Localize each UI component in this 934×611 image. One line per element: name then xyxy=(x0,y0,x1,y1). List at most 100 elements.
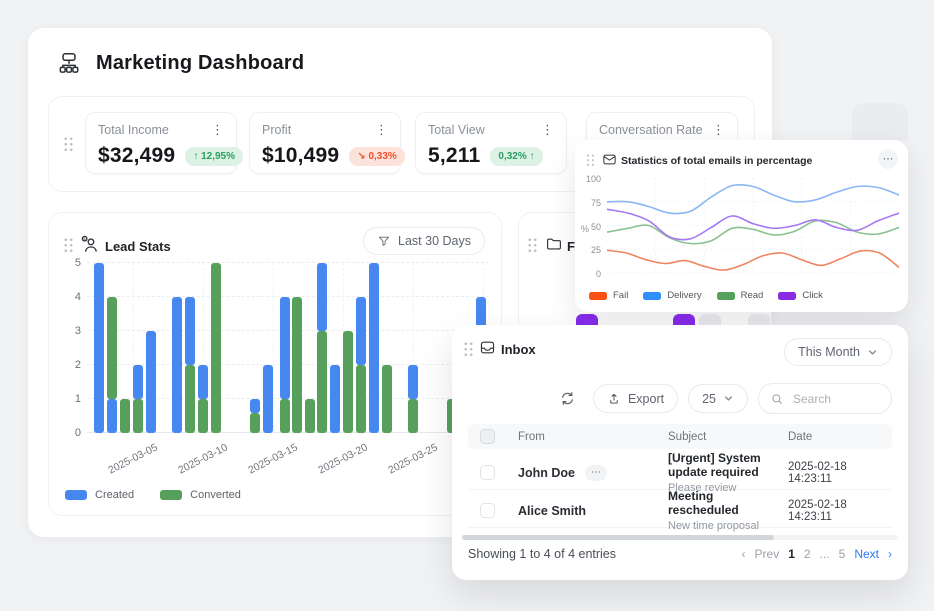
lead-bar-segment xyxy=(94,263,104,433)
stat-value: $32,499 xyxy=(98,144,175,168)
column-from: From xyxy=(512,431,662,443)
pagination: ‹ Prev 12... 5 Next › xyxy=(742,547,892,561)
lead-stats-plot xyxy=(87,263,489,433)
drag-handle[interactable] xyxy=(63,237,74,253)
page-size-value: 25 xyxy=(702,392,716,406)
trend-badge: ↑ 12,95% xyxy=(185,147,243,166)
pagination-item[interactable]: › xyxy=(888,547,892,561)
folder-icon xyxy=(545,235,563,253)
lead-bar-segment xyxy=(198,365,208,399)
lead-bar-segment xyxy=(133,399,143,433)
column-date: Date xyxy=(782,431,892,443)
email-subject: Meeting rescheduled xyxy=(668,489,782,517)
search-input[interactable] xyxy=(791,391,879,407)
lead-bar-segment xyxy=(280,399,290,433)
column-subject: Subject xyxy=(662,431,782,443)
lead-bar-segment xyxy=(356,297,366,365)
kebab-menu-icon[interactable]: ⋮ xyxy=(375,125,388,135)
email-line-chart xyxy=(607,178,899,274)
lead-bar-segment xyxy=(211,263,221,433)
pagination-item[interactable]: ... xyxy=(820,547,830,561)
trend-badge: ↘ 0,33% xyxy=(349,147,405,166)
chevron-down-icon xyxy=(867,347,878,358)
kebab-menu-icon[interactable]: ⋮ xyxy=(211,125,224,135)
lead-y-axis: 012345 xyxy=(55,263,81,433)
horizontal-scrollbar xyxy=(462,535,898,540)
lead-bar-segment xyxy=(408,399,418,433)
lead-bar-segment xyxy=(146,331,156,433)
refresh-button[interactable] xyxy=(553,384,583,414)
pagination-item[interactable]: 1 xyxy=(788,547,795,561)
row-checkbox[interactable] xyxy=(480,465,495,480)
lead-bar-segment xyxy=(263,365,273,433)
upload-icon xyxy=(607,392,621,406)
lead-bar-segment xyxy=(133,365,143,399)
lead-x-axis: 2025-03-052025-03-102025-03-152025-03-20… xyxy=(87,439,489,479)
drag-handle[interactable] xyxy=(527,237,538,253)
table-row[interactable]: John Doe ⋯ [Urgent] System update requir… xyxy=(468,451,892,490)
drag-handle[interactable] xyxy=(63,136,74,152)
lead-bar-segment xyxy=(356,365,366,433)
email-stats-card: Statistics of total emails in percentage… xyxy=(575,140,908,312)
lead-stats-title: Lead Stats xyxy=(105,239,171,254)
period-label: This Month xyxy=(798,345,860,359)
email-date: 2025-02-18 14:23:11 xyxy=(782,499,892,523)
email-stats-title: Statistics of total emails in percentage xyxy=(621,155,812,167)
lead-bar-segment xyxy=(172,297,182,433)
background-card xyxy=(852,103,908,140)
lead-bar-segment xyxy=(185,365,195,433)
pagination-item[interactable]: ‹ xyxy=(742,547,746,561)
row-checkbox[interactable] xyxy=(480,503,495,518)
lead-bar-segment xyxy=(185,297,195,365)
email-y-unit: % xyxy=(581,224,589,234)
period-select[interactable]: This Month xyxy=(784,338,892,366)
page-title: Marketing Dashboard xyxy=(96,52,304,75)
pagination-item[interactable]: Prev xyxy=(755,547,780,561)
drag-handle[interactable] xyxy=(463,341,474,357)
legend-item: Read xyxy=(717,290,764,301)
row-menu-button[interactable]: ⋯ xyxy=(585,465,607,481)
lead-bar-segment xyxy=(343,331,353,433)
lead-bar-segment xyxy=(292,297,302,433)
select-all-checkbox[interactable] xyxy=(480,429,495,444)
sender-name: John Doe xyxy=(518,466,575,480)
stat-label: Profit xyxy=(262,123,291,137)
chevron-down-icon xyxy=(723,393,734,404)
page-size-select[interactable]: 25 xyxy=(688,384,748,413)
table-row[interactable]: Alice Smith Meeting rescheduled New time… xyxy=(468,489,892,528)
email-date: 2025-02-18 14:23:11 xyxy=(782,461,892,485)
more-menu-button[interactable]: ⋯ xyxy=(878,149,898,169)
legend-item: Created xyxy=(65,489,134,501)
inbox-title: Inbox xyxy=(501,342,536,357)
export-button[interactable]: Export xyxy=(593,384,678,413)
lead-stats-card: $ Lead Stats Last 30 Days 012345 2025-03… xyxy=(48,212,502,516)
table-header: From Subject Date xyxy=(468,424,892,449)
lead-bar-segment xyxy=(198,399,208,433)
lead-bar-segment xyxy=(250,399,260,413)
pagination-item[interactable]: 2 xyxy=(804,547,811,561)
inbox-icon xyxy=(479,339,496,356)
stat-card-profit: Profit⋮ $10,499↘ 0,33% xyxy=(249,112,401,174)
lead-bar-segment xyxy=(305,399,315,433)
stat-label: Total Income xyxy=(98,123,169,137)
pagination-item[interactable]: 5 xyxy=(839,547,846,561)
lead-bar-segment xyxy=(330,365,340,433)
lead-bar-segment xyxy=(408,365,418,399)
date-filter-button[interactable]: Last 30 Days xyxy=(363,227,485,255)
inbox-card: Inbox This Month Export 25 xyxy=(452,325,908,580)
trend-badge: 0,32% ↑ xyxy=(490,147,542,166)
kebab-menu-icon[interactable]: ⋮ xyxy=(712,125,725,135)
lead-bar-segment xyxy=(280,297,290,399)
date-filter-label: Last 30 Days xyxy=(398,234,471,248)
kebab-menu-icon[interactable]: ⋮ xyxy=(541,125,554,135)
sender-name: Alice Smith xyxy=(518,504,586,518)
legend-item: Click xyxy=(778,290,823,301)
inbox-toolbar: Export 25 xyxy=(553,383,892,414)
drag-handle[interactable] xyxy=(586,153,595,167)
scrollbar-thumb[interactable] xyxy=(462,535,774,540)
lead-legend: Created Converted xyxy=(65,489,241,501)
lead-bar-segment xyxy=(382,365,392,433)
pagination-item[interactable]: Next xyxy=(854,547,879,561)
legend-item: Converted xyxy=(160,489,241,501)
email-preview: New time proposal xyxy=(668,520,782,532)
